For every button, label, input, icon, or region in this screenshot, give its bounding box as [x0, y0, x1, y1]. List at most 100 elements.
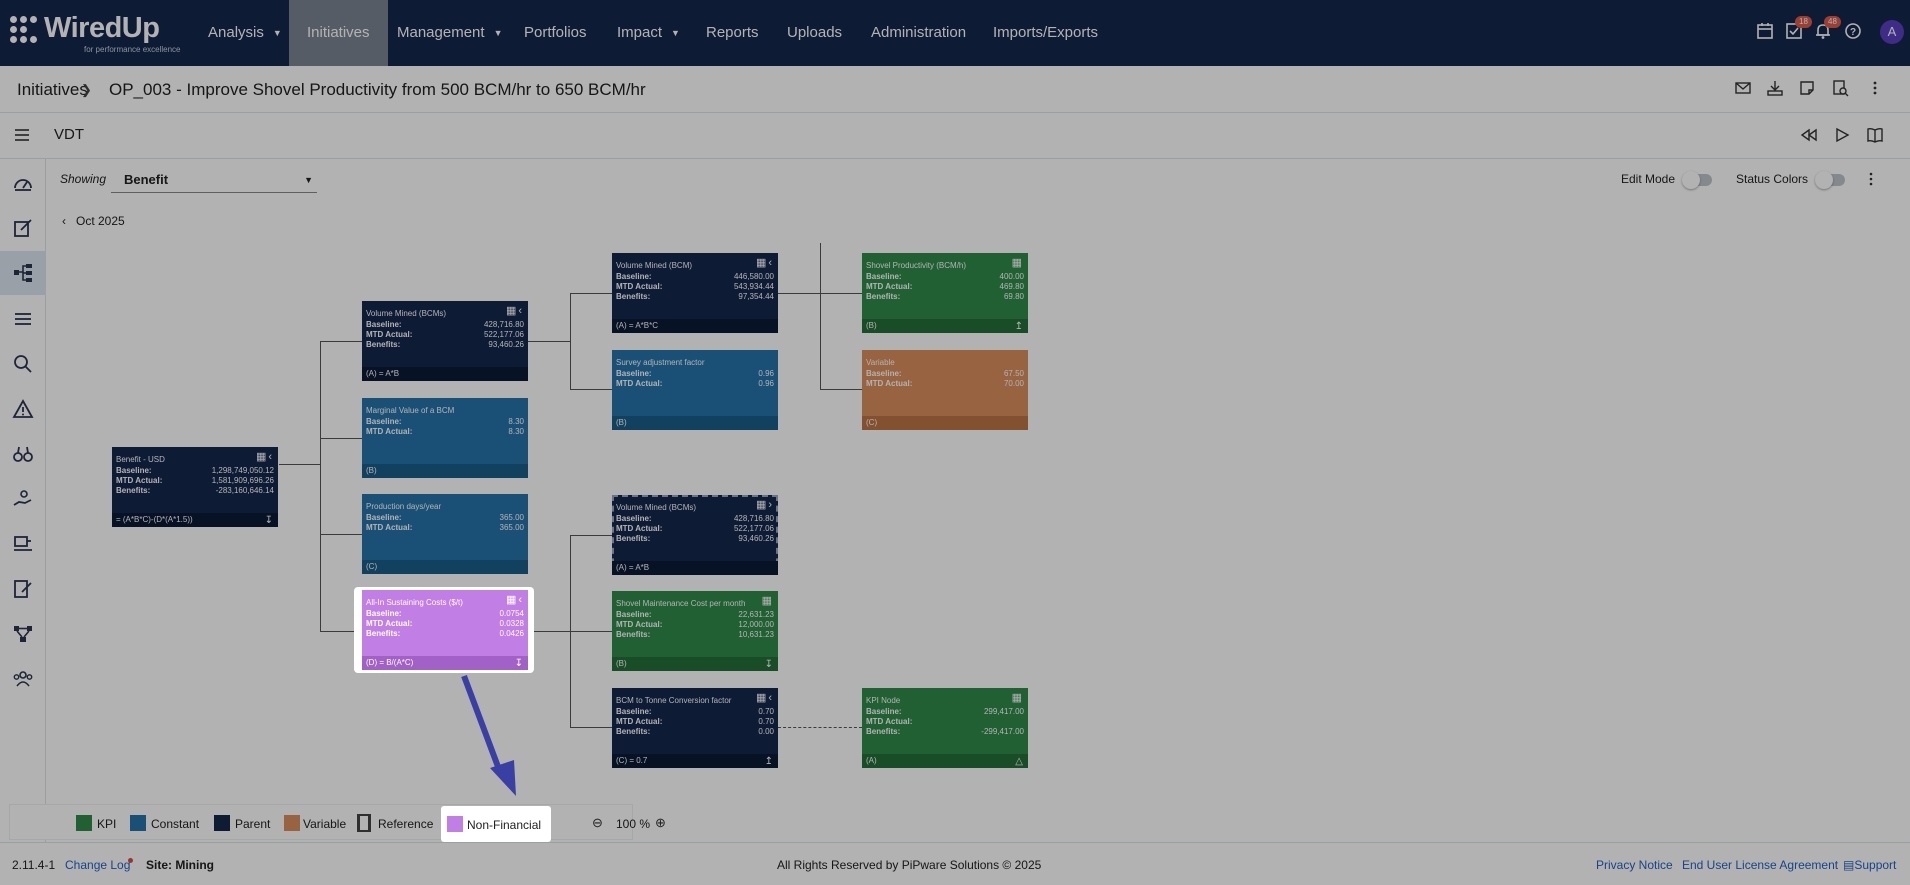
chart-collapse-icon[interactable]: ▦‹	[506, 304, 524, 317]
nav-reports[interactable]: Reports	[706, 0, 759, 66]
vdt-node-benefit[interactable]: Benefit - USD ▦‹ Baseline: 1,298,749,050.…	[112, 447, 278, 527]
vdt-node-bcm-tonne[interactable]: BCM to Tonne Conversion factor ▦‹ Baselin…	[612, 688, 778, 768]
email-icon[interactable]	[1734, 79, 1754, 99]
vdt-node-survey-adjustment[interactable]: Survey adjustment factor Baseline: 0.96 M…	[612, 350, 778, 430]
binoculars-icon[interactable]	[12, 443, 34, 465]
privacy-notice-link[interactable]: Privacy Notice	[1596, 858, 1673, 872]
wiredup-logo[interactable]: WiredUp for performance excellence	[10, 12, 181, 56]
dashboard-gauge-icon[interactable]	[12, 173, 34, 195]
help-icon[interactable]: ?	[1844, 22, 1864, 42]
play-icon[interactable]	[1833, 126, 1853, 146]
showing-label: Showing	[60, 172, 107, 186]
status-colors-toggle[interactable]	[1815, 171, 1845, 189]
legend-swatch-reference	[357, 814, 371, 832]
machine-icon[interactable]	[12, 533, 34, 555]
vdt-node-volume-mined-bcm[interactable]: Volume Mined (BCM) ▦‹ Baseline: 446,580.00…	[612, 253, 778, 333]
download-icon[interactable]	[1766, 79, 1786, 99]
chart-collapse-icon[interactable]: ▦‹	[756, 691, 774, 704]
change-log-link[interactable]: Change Log	[65, 858, 130, 872]
nav-impact[interactable]: Impact ▼	[617, 0, 680, 66]
chart-collapse-icon[interactable]: ▦‹	[256, 450, 274, 463]
legend-swatch-parent	[214, 815, 230, 831]
highlight-frame-legend: Non-Financial	[441, 806, 551, 842]
vdt-node-marginal-value[interactable]: Marginal Value of a BCM Baseline: 8.30 MT…	[362, 398, 528, 478]
support-icon: ▤	[1843, 858, 1855, 872]
nav-imports-exports[interactable]: Imports/Exports	[993, 0, 1098, 66]
connector-line	[320, 534, 362, 535]
collapse-down-icon[interactable]: ↧	[765, 659, 773, 670]
collapse-up-icon[interactable]: ↥	[1015, 321, 1023, 332]
month-navigator[interactable]: ‹ Oct 2025	[62, 214, 125, 228]
collapse-down-icon[interactable]: ↧	[515, 658, 523, 669]
breadcrumb-initiatives[interactable]: Initiatives	[17, 80, 88, 100]
tree-structure-icon[interactable]	[12, 262, 34, 284]
nav-portfolios[interactable]: Portfolios	[524, 0, 587, 66]
book-icon[interactable]	[1866, 126, 1886, 146]
zoom-in-icon[interactable]: ⊕	[655, 815, 666, 831]
user-avatar[interactable]: A	[1880, 20, 1904, 44]
more-vertical-icon[interactable]	[1866, 79, 1886, 99]
legend-swatch-non-financial	[447, 816, 463, 832]
connector-line	[320, 438, 362, 439]
search-analysis-icon[interactable]	[12, 353, 34, 375]
chart-icon[interactable]: ▦	[1012, 691, 1024, 704]
vdt-node-production-days[interactable]: Production days/year Baseline: 365.00 MTD…	[362, 494, 528, 574]
tasks-icon[interactable]: 18	[1785, 16, 1812, 42]
document-search-icon[interactable]	[1831, 79, 1851, 99]
hamburger-menu-icon[interactable]	[13, 126, 33, 146]
connector-line	[570, 389, 612, 390]
edit-icon[interactable]	[12, 217, 34, 239]
status-colors-label: Status Colors	[1736, 172, 1809, 186]
vdt-node-all-in-sustaining-costs[interactable]: All-In Sustaining Costs ($/t) ▦‹ Baseline…	[362, 590, 528, 670]
vdt-node-kpi[interactable]: KPI Node ▦ Baseline: 299,417.00 MTD Actual…	[862, 688, 1028, 768]
bell-icon[interactable]: 48	[1814, 16, 1841, 42]
notifications-badge: 48	[1824, 16, 1841, 28]
workflow-icon[interactable]	[12, 623, 34, 645]
showing-select[interactable]: Benefit ▼	[111, 167, 317, 193]
zoom-out-icon[interactable]: ⊖	[592, 815, 603, 831]
chevron-left-icon: ‹	[62, 214, 76, 228]
more-vertical-icon[interactable]	[1862, 170, 1882, 190]
hand-coin-icon[interactable]	[12, 488, 34, 510]
chart-collapse-icon[interactable]: ▦‹	[506, 593, 524, 606]
svg-text:?: ?	[1850, 27, 1856, 38]
node-formula: = (A*B*C)-(D*(A*1.5))	[112, 513, 278, 527]
connector-line	[320, 341, 362, 342]
legend-variable: Variable	[303, 817, 347, 831]
rewind-icon[interactable]	[1800, 126, 1820, 146]
nav-management[interactable]: Management ▼	[397, 0, 502, 66]
left-sidebar	[0, 159, 46, 842]
collapse-down-icon[interactable]: ↧	[265, 515, 273, 526]
chart-collapse-icon[interactable]: ▦›	[756, 498, 774, 511]
chart-icon[interactable]: ▦	[762, 594, 774, 607]
eula-link[interactable]: End User License Agreement	[1682, 858, 1838, 872]
vdt-node-volume-mined[interactable]: Volume Mined (BCMs) ▦‹ Baseline: 428,716.8…	[362, 301, 528, 381]
support-link[interactable]: ▤Support	[1843, 858, 1896, 872]
collapse-up-icon[interactable]: ↥	[765, 756, 773, 767]
legend-swatch-kpi	[76, 815, 92, 831]
warning-icon[interactable]	[12, 398, 34, 420]
chevron-down-icon: ▼	[304, 175, 313, 185]
note-icon[interactable]	[1798, 79, 1818, 99]
chart-icon[interactable]: ▦	[1012, 256, 1024, 269]
nav-initiatives[interactable]: Initiatives	[289, 0, 388, 66]
vdt-node-shovel-productivity[interactable]: Shovel Productivity (BCM/h) ▦ Baseline: 40…	[862, 253, 1028, 333]
nav-uploads[interactable]: Uploads	[787, 0, 842, 66]
nav-analysis[interactable]: Analysis ▼	[208, 0, 282, 66]
zoom-level: 100 %	[616, 817, 651, 831]
edit-mode-toggle[interactable]	[1682, 171, 1712, 189]
legend-kpi: KPI	[97, 817, 117, 831]
vdt-node-variable[interactable]: Variable Baseline: 67.50 MTD Actual: 70.00…	[862, 350, 1028, 430]
list-icon[interactable]	[12, 308, 34, 330]
page-footer: 2.11.4-1 Change Log Site: Mining All Rig…	[0, 842, 1910, 885]
edit-mode-label: Edit Mode	[1621, 172, 1676, 186]
nav-administration[interactable]: Administration	[871, 0, 966, 66]
chart-collapse-icon[interactable]: ▦‹	[756, 256, 774, 269]
vdt-node-shovel-maintenance[interactable]: Shovel Maintenance Cost per month ▦ Basel…	[612, 591, 778, 671]
vdt-header: VDT	[0, 113, 1910, 159]
form-edit-icon[interactable]	[12, 578, 34, 600]
vdt-node-volume-mined-reference[interactable]: Volume Mined (BCMs) ▦› Baseline: 428,716.8…	[612, 495, 778, 575]
legend-swatch-variable	[284, 815, 300, 831]
users-group-icon[interactable]	[12, 668, 34, 690]
calendar-icon[interactable]	[1756, 22, 1776, 42]
